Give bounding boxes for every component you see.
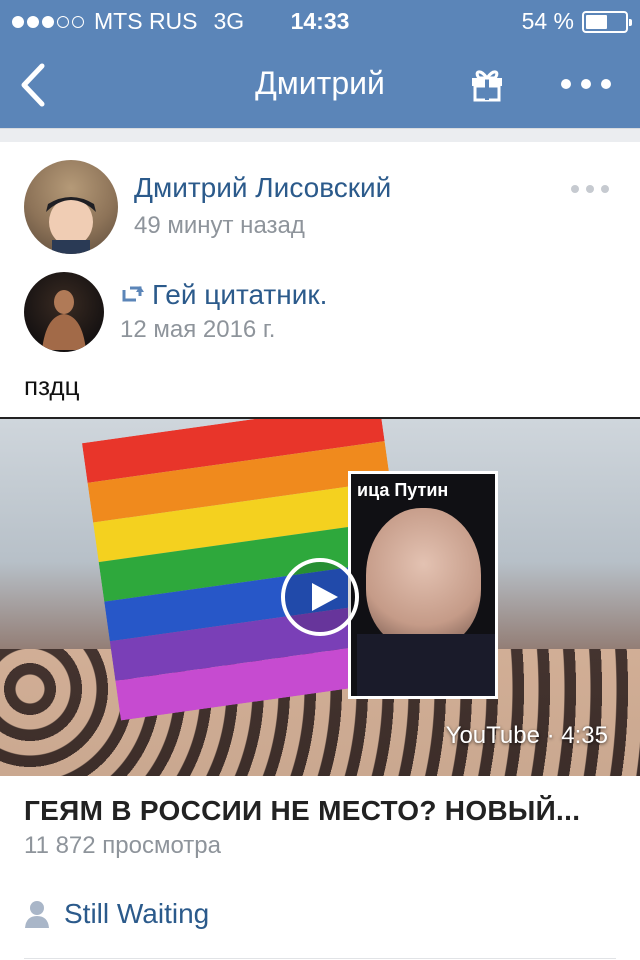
- author-photo: [46, 197, 96, 254]
- status-bar: MTS RUS 3G 14:33 54 %: [0, 0, 640, 40]
- poster-face: [366, 508, 481, 648]
- section-divider: [0, 128, 640, 142]
- more-icon[interactable]: [560, 78, 612, 90]
- top-bar: MTS RUS 3G 14:33 54 % Дмитрий: [0, 0, 640, 128]
- repost-group-name[interactable]: Гей цитатник.: [152, 279, 327, 311]
- poster-caption: ица Путин: [357, 480, 449, 500]
- user-status: Still Waiting: [24, 898, 209, 930]
- poster-suit: [357, 634, 495, 696]
- battery-percent: 54 %: [521, 8, 574, 34]
- author-name[interactable]: Дмитрий Лисовский: [134, 172, 391, 204]
- group-photo: [42, 290, 86, 350]
- protest-poster: ица Путин: [348, 471, 498, 699]
- navigation-bar: Дмитрий: [0, 40, 640, 128]
- repost-icon: [122, 286, 144, 302]
- bottom-divider: [24, 958, 616, 959]
- gift-icon[interactable]: [470, 66, 504, 102]
- person-icon: [25, 901, 49, 928]
- video-title[interactable]: ГЕЯМ В РОССИИ НЕ МЕСТО? НОВЫЙ...: [24, 795, 616, 827]
- status-right: 54 %: [521, 8, 632, 35]
- author-avatar[interactable]: [24, 160, 118, 254]
- post-text: пздц: [24, 371, 80, 401]
- group-avatar[interactable]: [24, 272, 104, 352]
- battery-icon: [582, 10, 632, 33]
- play-icon[interactable]: [280, 557, 360, 637]
- repost-date: 12 мая 2016 г.: [120, 316, 276, 343]
- battery-fill: [586, 14, 607, 29]
- post-time: 49 минут назад: [134, 212, 305, 239]
- video-views: 11 872 просмотра: [24, 832, 221, 859]
- video-source-duration: YouTube · 4:35: [445, 722, 608, 749]
- status-text[interactable]: Still Waiting: [64, 898, 209, 930]
- post-more-icon[interactable]: [570, 184, 610, 194]
- page-title: Дмитрий: [255, 65, 385, 101]
